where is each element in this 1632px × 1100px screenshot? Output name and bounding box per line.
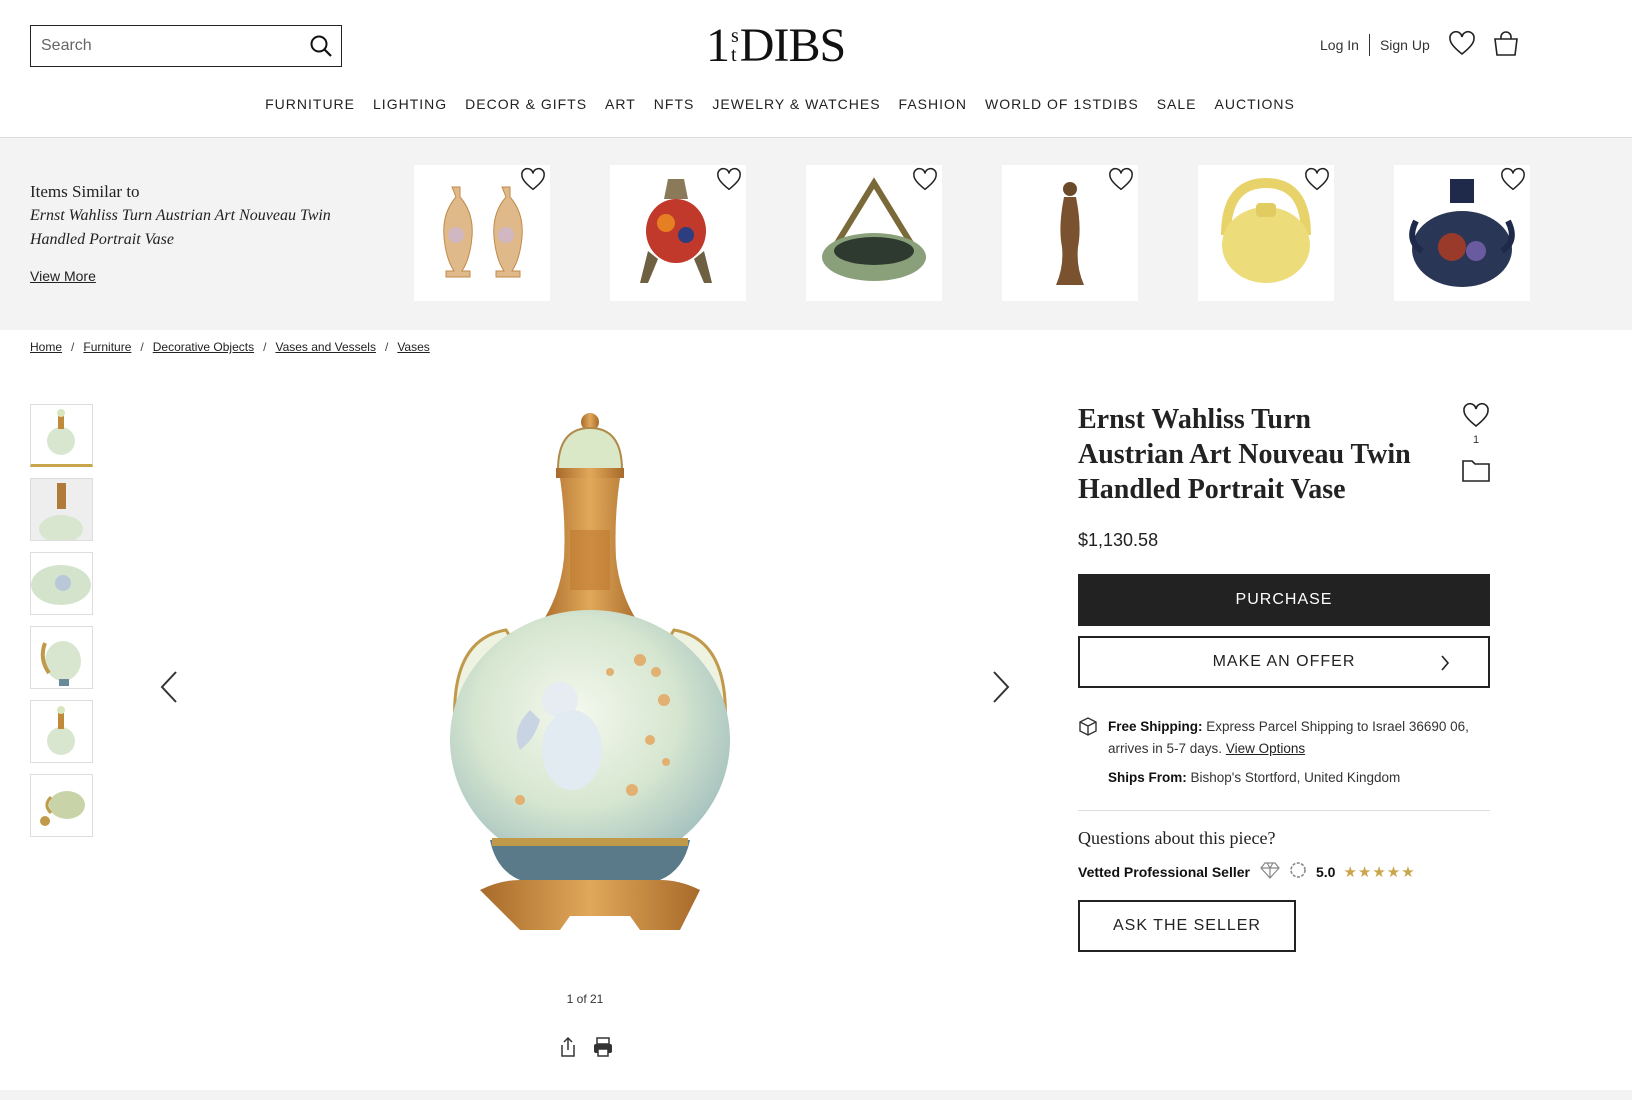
similar-item-card[interactable] [610, 165, 746, 301]
similar-subtitle: Ernst Wahliss Turn Austrian Art Nouveau … [30, 207, 331, 248]
make-an-offer-label: MAKE AN OFFER [1212, 653, 1356, 670]
nav-sale[interactable]: SALE [1157, 96, 1197, 112]
shipping-info: Free Shipping: Express Parcel Shipping t… [1108, 719, 1469, 756]
view-more-link[interactable]: View More [30, 268, 96, 284]
similar-item-heart-icon[interactable] [1108, 167, 1134, 198]
questions-heading: Questions about this piece? [1078, 828, 1276, 848]
similar-item-card[interactable] [1198, 165, 1334, 301]
auth-divider [1368, 34, 1370, 56]
product-price: $1,130.58 [1078, 530, 1159, 550]
breadcrumb-vases[interactable]: Vases [397, 340, 429, 354]
nav-world-of-1stdibs[interactable]: WORLD OF 1STDIBS [985, 96, 1139, 112]
product-title: Ernst Wahliss Turn Austrian Art Nouveau … [1078, 404, 1411, 505]
similar-item-heart-icon[interactable] [716, 167, 742, 198]
favorites-count: 1 [1472, 434, 1480, 446]
nav-fashion[interactable]: FASHION [899, 96, 967, 112]
favorite-heart-icon[interactable] [1462, 402, 1490, 435]
seller-rating: 5.0 [1315, 863, 1336, 880]
search-icon[interactable] [301, 26, 341, 66]
seller-info: Vetted Professional Seller 5.0 ★★★★★ [1078, 860, 1416, 883]
similar-item-heart-icon[interactable] [520, 167, 546, 198]
seller-label: Vetted Professional Seller [1078, 863, 1250, 880]
shopping-bag-icon[interactable] [1492, 30, 1520, 63]
login-link[interactable]: Log In [1320, 37, 1359, 53]
gallery-thumbnail[interactable] [30, 552, 93, 615]
breadcrumb-decorative-objects[interactable]: Decorative Objects [153, 340, 254, 354]
gallery-prev-chevron-left-icon[interactable] [160, 670, 178, 709]
similar-item-card[interactable] [1394, 165, 1530, 301]
breadcrumb-home[interactable]: Home [30, 340, 62, 354]
gallery-thumbnail[interactable] [30, 700, 93, 763]
search-box [30, 25, 342, 67]
ships-from: Ships From: Bishop's Stortford, United K… [1108, 770, 1401, 785]
view-options-link[interactable]: View Options [1226, 741, 1305, 756]
section-divider [1078, 810, 1490, 811]
breadcrumb-furniture[interactable]: Furniture [83, 340, 131, 354]
similar-items-band: Items Similar to Ernst Wahliss Turn Aust… [0, 138, 1632, 330]
site-logo[interactable]: 1 st DIBS [706, 18, 856, 74]
ask-the-seller-button[interactable]: ASK THE SELLER [1078, 900, 1296, 952]
make-an-offer-button[interactable]: MAKE AN OFFER [1078, 636, 1490, 688]
gallery-thumbnail[interactable] [30, 478, 93, 541]
nav-nfts[interactable]: NFTS [654, 96, 695, 112]
nav-auctions[interactable]: AUCTIONS [1215, 96, 1295, 112]
similar-item-heart-icon[interactable] [1304, 167, 1330, 198]
share-icon[interactable] [558, 1036, 578, 1063]
image-counter: 1 of 21 [566, 992, 604, 1006]
auth-links: Log In Sign Up [1320, 34, 1430, 56]
nav-lighting[interactable]: LIGHTING [373, 96, 447, 112]
gallery-thumbnail[interactable] [30, 774, 93, 837]
shipping-box-icon [1078, 716, 1098, 741]
site-header: 1 st DIBS Log In Sign Up FURNITURE LIGHT… [0, 0, 1632, 138]
similar-item-card[interactable] [1002, 165, 1138, 301]
gallery-thumbnail[interactable] [30, 626, 93, 689]
favorites-heart-icon[interactable] [1448, 30, 1476, 63]
rating-stars: ★★★★★ [1343, 863, 1416, 881]
folder-icon[interactable] [1462, 458, 1490, 487]
gallery-next-chevron-right-icon[interactable] [992, 670, 1010, 709]
main-nav: FURNITURE LIGHTING DECOR & GIFTS ART NFT… [0, 96, 1560, 112]
similar-heading: Items Similar to Ernst Wahliss Turn Aust… [30, 180, 350, 252]
nav-art[interactable]: ART [605, 96, 636, 112]
similar-item-heart-icon[interactable] [1500, 167, 1526, 198]
search-input[interactable] [31, 26, 301, 66]
similar-item-heart-icon[interactable] [912, 167, 938, 198]
breadcrumb: Home / Furniture / Decorative Objects / … [30, 340, 430, 354]
nav-furniture[interactable]: FURNITURE [265, 96, 355, 112]
footer-band [0, 1090, 1632, 1100]
similar-item-card[interactable] [414, 165, 550, 301]
print-icon[interactable] [592, 1036, 614, 1063]
gallery-thumbnail[interactable] [30, 404, 93, 467]
similar-item-card[interactable] [806, 165, 942, 301]
purchase-button[interactable]: PURCHASE [1078, 574, 1490, 626]
main-product-image[interactable] [410, 410, 750, 970]
nav-decor-gifts[interactable]: DECOR & GIFTS [465, 96, 587, 112]
diamond-icon [1260, 861, 1280, 882]
breadcrumb-vases-and-vessels[interactable]: Vases and Vessels [275, 340, 376, 354]
signup-link[interactable]: Sign Up [1380, 37, 1430, 53]
badge-icon [1288, 860, 1308, 883]
chevron-right-icon [1440, 654, 1450, 677]
nav-jewelry-watches[interactable]: JEWELRY & WATCHES [712, 96, 880, 112]
